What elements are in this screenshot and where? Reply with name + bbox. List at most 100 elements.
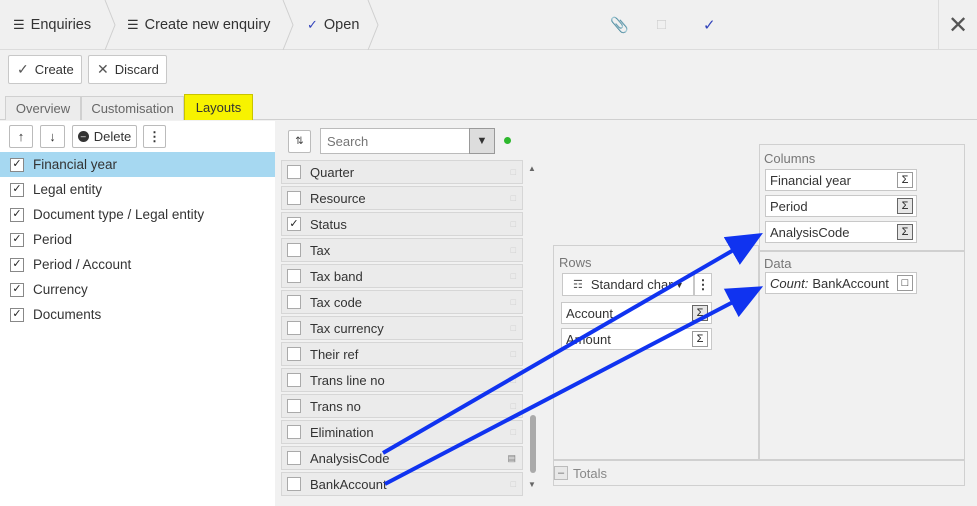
scroll-down-icon[interactable]: ▼ <box>528 480 536 489</box>
column-item-period[interactable]: Period Σ <box>765 195 917 217</box>
layout-item-currency[interactable]: ✓ Currency <box>0 277 275 302</box>
field-checkbox[interactable] <box>287 191 301 205</box>
row-item-amount[interactable]: Amount Σ <box>561 328 712 350</box>
field-item-tax-band[interactable]: Tax band □ <box>281 264 523 288</box>
layout-item-financial-year[interactable]: ✓ Financial year <box>0 152 275 177</box>
layout-item-document-type[interactable]: ✓ Document type / Legal entity <box>0 202 275 227</box>
layout-checkbox[interactable]: ✓ <box>10 232 24 247</box>
layout-item-label: Document type / Legal entity <box>33 207 205 222</box>
field-search-input[interactable] <box>320 128 470 154</box>
window-icon[interactable]: □ <box>897 275 913 291</box>
field-label: Elimination <box>310 424 374 440</box>
row-item-account[interactable]: Account Σ <box>561 302 712 324</box>
field-checkbox[interactable] <box>287 243 301 257</box>
breadcrumb-label: Open <box>323 17 360 33</box>
field-checkbox[interactable] <box>287 321 301 335</box>
data-item-count-bankaccount[interactable]: Count: BankAccount □ <box>765 272 917 294</box>
sigma-icon[interactable]: Σ <box>897 224 913 240</box>
layout-item-legal-entity[interactable]: ✓ Legal entity <box>0 177 275 202</box>
row-options-button[interactable]: ⋮ <box>694 273 712 296</box>
more-options-button[interactable]: ⋮ <box>143 125 166 148</box>
field-label: Tax code <box>310 294 363 310</box>
discard-button[interactable]: ✕ Discard <box>88 55 167 84</box>
field-item-resource[interactable]: Resource □ <box>281 186 523 210</box>
scrollbar-thumb[interactable] <box>530 415 536 473</box>
field-item-status[interactable]: ✓ Status □ <box>281 212 523 236</box>
move-down-button[interactable]: ↓ <box>40 125 65 148</box>
create-button[interactable]: ✓ Create <box>8 55 82 84</box>
close-button[interactable]: ✕ <box>938 0 977 50</box>
drag-handle-icon[interactable]: □ <box>511 245 516 255</box>
layout-checkbox[interactable]: ✓ <box>10 257 24 272</box>
sigma-icon[interactable]: Σ <box>692 331 708 347</box>
drag-handle-icon[interactable]: □ <box>511 375 516 385</box>
field-checkbox[interactable] <box>287 269 301 283</box>
sort-az-button[interactable]: ⇅ <box>288 130 311 153</box>
breadcrumb-enquiries[interactable]: ☰ Enquiries <box>13 0 91 50</box>
layout-checkbox[interactable]: ✓ <box>10 307 24 322</box>
field-filter-button[interactable]: ▼ <box>469 128 495 154</box>
field-item-tax-currency[interactable]: Tax currency □ <box>281 316 523 340</box>
drag-handle-icon[interactable]: □ <box>511 349 516 359</box>
drag-handle-icon[interactable]: □ <box>511 219 516 229</box>
field-item-quarter[interactable]: Quarter □ <box>281 160 523 184</box>
field-item-tax-code[interactable]: Tax code □ <box>281 290 523 314</box>
layout-checkbox[interactable]: ✓ <box>10 157 24 172</box>
field-item-analysiscode[interactable]: AnalysisCode ▤ <box>281 446 523 470</box>
sigma-icon[interactable]: Σ <box>897 172 913 188</box>
field-item-tax[interactable]: Tax □ <box>281 238 523 262</box>
tab-overview[interactable]: Overview <box>5 96 81 120</box>
field-item-bankaccount[interactable]: BankAccount □ <box>281 472 523 496</box>
field-checkbox[interactable]: ✓ <box>287 217 301 231</box>
field-checkbox[interactable] <box>287 399 301 413</box>
drag-handle-icon[interactable]: □ <box>511 297 516 307</box>
field-item-elimination[interactable]: Elimination □ <box>281 420 523 444</box>
field-checkbox[interactable] <box>287 347 301 361</box>
discard-label: Discard <box>114 62 159 77</box>
layout-item-documents[interactable]: ✓ Documents <box>0 302 275 327</box>
drag-handle-icon[interactable]: □ <box>511 401 516 411</box>
drag-handle-icon[interactable]: □ <box>511 193 516 203</box>
tab-customisation[interactable]: Customisation <box>81 96 184 120</box>
breadcrumb-open[interactable]: ✓ Open <box>307 0 359 50</box>
calendar-icon[interactable]: ▤ <box>507 453 516 464</box>
layout-checkbox[interactable]: ✓ <box>10 182 24 197</box>
chart-type-select[interactable]: ☶ Standard chart ▼ <box>562 273 694 296</box>
move-up-button[interactable]: ↑ <box>9 125 33 148</box>
columns-zone[interactable]: Columns Financial year Σ Period Σ Analysis… <box>759 144 965 251</box>
layout-item-period-account[interactable]: ✓ Period / Account <box>0 252 275 277</box>
layout-checkbox[interactable]: ✓ <box>10 282 24 297</box>
delete-button[interactable]: – Delete <box>72 125 137 148</box>
layout-item-period[interactable]: ✓ Period <box>0 227 275 252</box>
check-chart-icon[interactable]: ✓ <box>703 16 716 34</box>
drag-handle-icon[interactable]: □ <box>511 271 516 281</box>
rows-zone[interactable]: Rows ☶ Standard chart ▼ ⋮ Account Σ Amoun… <box>553 245 759 460</box>
column-item-analysiscode[interactable]: AnalysisCode Σ <box>765 221 917 243</box>
field-item-trans-line-no[interactable]: Trans line no □ <box>281 368 523 392</box>
field-checkbox[interactable] <box>287 451 301 465</box>
field-checkbox[interactable] <box>287 165 301 179</box>
column-item-financial-year[interactable]: Financial year Σ <box>765 169 917 191</box>
drag-handle-icon[interactable]: □ <box>511 323 516 333</box>
breadcrumb-create-new-enquiry[interactable]: ☰ Create new enquiry <box>127 0 270 50</box>
totals-toggle[interactable]: – Totals <box>554 460 607 486</box>
comment-icon[interactable]: □ <box>657 16 666 33</box>
sigma-icon[interactable]: Σ <box>692 305 708 321</box>
paperclip-icon[interactable]: 📎 <box>610 16 629 34</box>
drag-handle-icon[interactable]: □ <box>511 167 516 177</box>
field-label: AnalysisCode <box>310 450 390 466</box>
field-checkbox[interactable] <box>287 373 301 387</box>
scroll-up-icon[interactable]: ▲ <box>528 164 536 173</box>
arrow-up-icon: ↑ <box>17 129 25 144</box>
field-item-their-ref[interactable]: Their ref □ <box>281 342 523 366</box>
drag-handle-icon[interactable]: □ <box>511 427 516 437</box>
sigma-icon[interactable]: Σ <box>897 198 913 214</box>
tab-layouts[interactable]: Layouts <box>184 94 253 120</box>
data-zone[interactable]: Data Count: BankAccount □ <box>759 251 965 460</box>
field-item-trans-no[interactable]: Trans no □ <box>281 394 523 418</box>
drag-handle-icon[interactable]: □ <box>511 479 516 489</box>
field-checkbox[interactable] <box>287 477 301 491</box>
field-checkbox[interactable] <box>287 295 301 309</box>
layout-checkbox[interactable]: ✓ <box>10 207 24 222</box>
field-checkbox[interactable] <box>287 425 301 439</box>
